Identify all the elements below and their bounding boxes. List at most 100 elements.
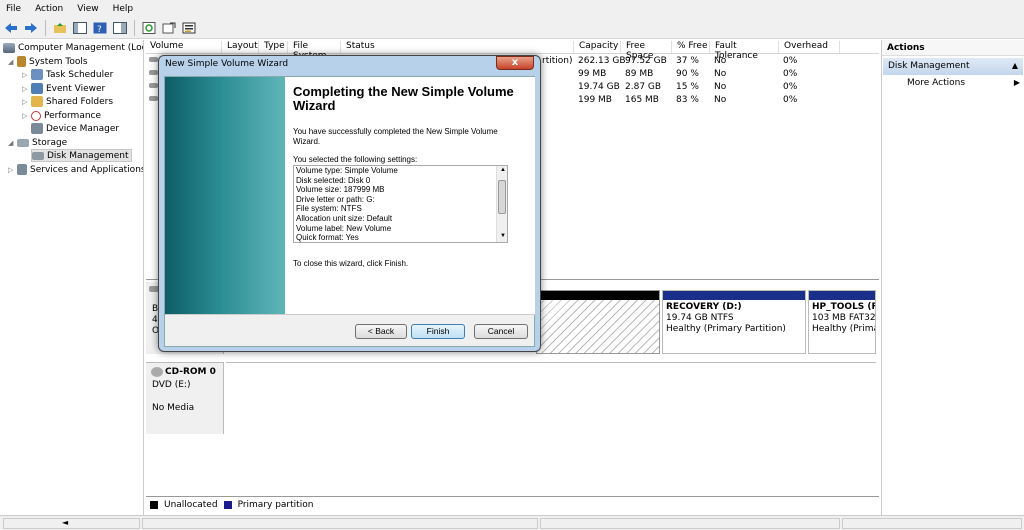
tree-label: Services and Applications — [30, 164, 144, 175]
wizard-banner-image — [165, 77, 285, 314]
setting-line: Allocation unit size: Default — [296, 213, 393, 223]
collapsed-arrow-icon[interactable]: ▷ — [22, 71, 31, 79]
collapsed-arrow-icon[interactable]: ▷ — [22, 112, 31, 120]
column-overhead[interactable]: Overhead — [780, 41, 840, 53]
column-status[interactable]: Status — [342, 41, 574, 53]
collapsed-arrow-icon[interactable]: ▷ — [22, 98, 31, 106]
forward-arrow-icon[interactable] — [23, 20, 39, 36]
menu-file[interactable]: File — [6, 4, 21, 14]
tree-item-task-scheduler[interactable]: ▷ Task Scheduler — [22, 68, 113, 81]
device-manager-icon — [31, 123, 43, 134]
show-hide-tree-icon[interactable] — [72, 20, 88, 36]
scroll-up-icon[interactable]: ▲ — [498, 166, 506, 176]
performance-icon — [31, 110, 41, 121]
column-percent-free[interactable]: % Free — [673, 41, 710, 53]
overhead-cell: 0% — [783, 95, 798, 105]
tree-item-performance[interactable]: ▷ Performance — [22, 109, 101, 122]
column-capacity[interactable]: Capacity — [575, 41, 621, 53]
disk-management-icon — [32, 151, 44, 160]
hp-tools-name: HP_TOOLS (F: — [812, 302, 876, 312]
system-tools-icon — [17, 56, 26, 67]
close-button[interactable]: x — [496, 56, 534, 70]
setting-line: Quick format: Yes — [296, 233, 359, 243]
column-file-system[interactable]: File System — [289, 41, 341, 61]
cdrom-name: CD-ROM 0 — [165, 367, 216, 377]
expanded-arrow-icon[interactable]: ◢ — [8, 139, 17, 147]
cdrom-0-area — [226, 362, 876, 434]
actions-section-label: Disk Management — [888, 61, 970, 71]
cancel-button[interactable]: Cancel — [474, 324, 528, 339]
column-free-space[interactable]: Free Space — [622, 41, 672, 61]
back-button[interactable]: < Back — [355, 324, 407, 339]
settings-label: You selected the following settings: — [293, 155, 418, 164]
free-space-cell: 89 MB — [625, 69, 654, 79]
hp-tools-partition[interactable]: HP_TOOLS (F: 103 MB FAT32 Healthy (Prima — [808, 290, 876, 354]
help-icon[interactable]: ? — [92, 20, 108, 36]
scroll-left-icon[interactable]: ◄ — [62, 518, 68, 527]
column-volume[interactable]: Volume — [146, 41, 222, 53]
collapsed-arrow-icon[interactable]: ▷ — [8, 166, 17, 174]
expanded-arrow-icon[interactable]: ◢ — [8, 58, 17, 66]
tree-item-disk-management[interactable]: Disk Management — [31, 149, 133, 162]
column-layout[interactable]: Layout — [223, 41, 259, 53]
settings-summary-box[interactable]: Volume type: Simple Volume Disk selected… — [293, 165, 508, 243]
success-text: You have successfully completed the New … — [293, 127, 498, 146]
status-bar-pane — [3, 518, 140, 529]
free-space-cell: 165 MB — [625, 95, 659, 105]
recovery-partition[interactable]: RECOVERY (D:) 19.74 GB NTFS Healthy (Pri… — [662, 290, 806, 354]
more-actions-item[interactable]: More Actions ▶ — [907, 78, 1022, 88]
legend-primary: Primary partition — [237, 499, 314, 510]
hp-tools-status: Healthy (Prima — [812, 324, 876, 334]
free-space-cell: 97.52 GB — [625, 56, 667, 66]
setting-line: Volume size: 187999 MB — [296, 185, 385, 195]
legend: Unallocated Primary partition — [146, 496, 879, 512]
status-bar-pane — [842, 518, 1022, 529]
overhead-cell: 0% — [783, 56, 798, 66]
properties-icon[interactable] — [181, 20, 197, 36]
tree-item-system-tools[interactable]: ◢ System Tools — [8, 55, 88, 68]
unallocated-partition[interactable] — [536, 290, 660, 354]
close-instructions: To close this wizard, click Finish. — [293, 259, 409, 268]
settings-scrollbar[interactable]: ▲ ▼ — [496, 166, 507, 242]
recovery-size: 19.74 GB NTFS — [666, 313, 734, 323]
status-bar-pane — [142, 518, 538, 529]
tree-label: Performance — [44, 110, 102, 121]
up-folder-icon[interactable] — [52, 20, 68, 36]
unallocated-swatch — [150, 500, 158, 509]
tree-item-shared-folders[interactable]: ▷ Shared Folders — [22, 95, 113, 108]
column-fault-tolerance[interactable]: Fault Tolerance — [711, 41, 779, 61]
event-viewer-icon — [31, 83, 43, 94]
finish-button[interactable]: Finish — [411, 324, 465, 339]
tree-item-computer-management[interactable]: Computer Management (Local — [3, 41, 143, 54]
toolbar-divider — [45, 19, 46, 36]
tree-item-services-applications[interactable]: ▷ Services and Applications — [8, 163, 144, 176]
hp-tools-size: 103 MB FAT32 — [812, 313, 876, 323]
collapsed-arrow-icon[interactable]: ▷ — [22, 85, 31, 93]
scroll-thumb[interactable] — [498, 180, 506, 214]
shared-folders-icon — [31, 96, 43, 107]
collapse-arrow-icon[interactable]: ▲ — [1012, 61, 1018, 70]
tree-item-device-manager[interactable]: Device Manager — [31, 122, 119, 135]
actions-section-disk-management[interactable]: Disk Management ▲ — [883, 58, 1023, 75]
column-type[interactable]: Type — [260, 41, 288, 53]
cdrom-0-info[interactable]: CD-ROM 0 DVD (E:) No Media — [146, 362, 224, 434]
toolbar-divider — [134, 19, 135, 36]
menu-view[interactable]: View — [77, 4, 98, 14]
setting-line: Volume label: New Volume — [296, 223, 392, 233]
back-arrow-icon[interactable] — [3, 20, 19, 36]
menu-help[interactable]: Help — [113, 4, 134, 14]
tree-label: Storage — [32, 137, 68, 148]
storage-icon — [17, 138, 29, 147]
status-bar: ◄ — [0, 515, 1024, 530]
menu-action[interactable]: Action — [35, 4, 63, 14]
refresh-icon[interactable] — [141, 20, 157, 36]
console-view-icon[interactable] — [112, 20, 128, 36]
scroll-down-icon[interactable]: ▼ — [498, 232, 506, 242]
drive-icon — [149, 70, 158, 75]
cd-drive-icon — [151, 367, 163, 377]
tree-item-event-viewer[interactable]: ▷ Event Viewer — [22, 82, 105, 95]
status-bar-pane — [540, 518, 840, 529]
tree-item-storage[interactable]: ◢ Storage — [8, 136, 67, 149]
export-list-icon[interactable] — [161, 20, 177, 36]
unallocated-bar — [537, 291, 659, 300]
